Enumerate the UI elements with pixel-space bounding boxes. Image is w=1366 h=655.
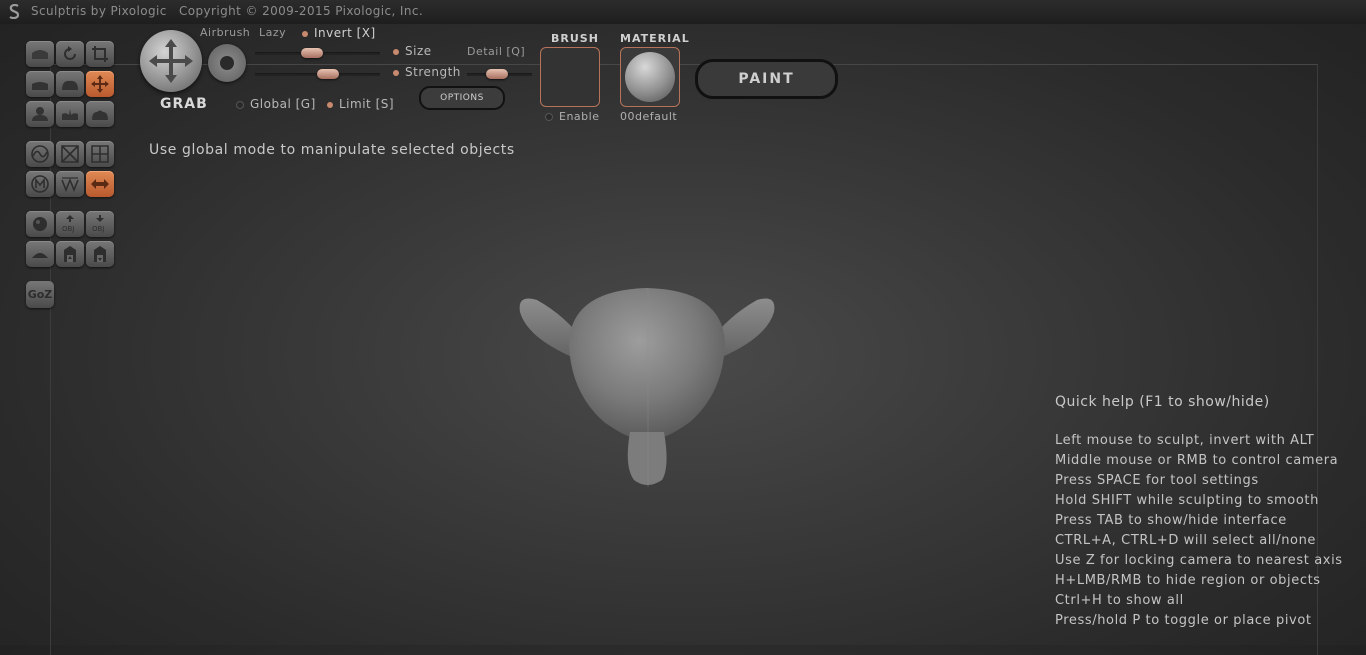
export-obj-icon: OBJ (92, 215, 104, 233)
scale-icon (92, 46, 108, 62)
strength-slider-knob[interactable] (316, 69, 339, 79)
tool-name: GRAB (160, 96, 208, 112)
airbrush-label: Airbrush (200, 26, 251, 39)
brush-header: BRUSH (551, 32, 599, 45)
inflate-button[interactable] (56, 71, 84, 97)
wireframe-button[interactable] (56, 141, 84, 167)
global-label[interactable]: Global [G] (250, 97, 316, 111)
smooth-button[interactable] (86, 101, 114, 127)
strength-label: Strength (405, 65, 461, 79)
smooth-icon (92, 110, 108, 120)
flatten-icon (32, 82, 48, 90)
sculptris-logo-icon (9, 4, 20, 19)
open-icon (94, 246, 106, 262)
detail-slider-knob[interactable] (486, 69, 509, 79)
limit-toggle[interactable] (327, 102, 333, 108)
strength-bullet (393, 70, 399, 76)
symmetry-icon (31, 145, 49, 163)
quick-help-list: Left mouse to sculpt, invert with ALT Mi… (1055, 432, 1343, 632)
svg-text:OBJ: OBJ (62, 225, 74, 233)
quick-help-line: Hold SHIFT while sculpting to smooth (1055, 493, 1319, 508)
reduce-icon (61, 177, 79, 193)
plane-icon (32, 253, 48, 258)
quick-help-line: Press SPACE for tool settings (1055, 473, 1259, 488)
quick-help-line: Use Z for locking camera to nearest axis (1055, 553, 1343, 568)
quick-help-line: H+LMB/RMB to hide region or objects (1055, 573, 1321, 588)
invert-toggle[interactable] (302, 31, 308, 37)
wireframe-icon (61, 145, 79, 163)
title-bar: Sculptris by Pixologic Copyright © 2009-… (0, 0, 1366, 24)
save-button[interactable] (56, 241, 84, 267)
draw-icon (32, 50, 48, 59)
brush-enable-toggle[interactable] (546, 114, 552, 120)
invert-label[interactable]: Invert [X] (314, 26, 376, 40)
quick-help-line: Middle mouse or RMB to control camera (1055, 453, 1339, 468)
import-obj-button[interactable]: OBJ (56, 211, 84, 237)
grab-move-icon (91, 75, 109, 93)
material-name: 00default (620, 110, 678, 123)
lazy-label: Lazy (259, 26, 287, 39)
grab-move-icon (149, 39, 193, 83)
mask-button[interactable] (26, 171, 54, 197)
copyright-text: Copyright © 2009-2015 Pixologic, Inc. (179, 4, 424, 18)
material-slot[interactable] (620, 47, 680, 107)
quick-help-line: Press TAB to show/hide interface (1055, 513, 1287, 528)
grid-icon (91, 145, 109, 163)
global-toggle[interactable] (237, 102, 243, 108)
pinch-icon (32, 107, 48, 121)
airbrush-toggle-button[interactable] (208, 44, 246, 82)
export-obj-button[interactable]: OBJ (86, 211, 114, 237)
material-header: MATERIAL (620, 32, 690, 45)
sculpt-model[interactable] (512, 282, 782, 492)
tool-hint-text: Use global mode to manipulate selected o… (149, 142, 515, 158)
grid-button[interactable] (86, 141, 114, 167)
save-icon (64, 246, 76, 262)
detail-label: Detail [Q] (467, 45, 526, 58)
scale-button[interactable] (86, 41, 114, 67)
goz-button[interactable]: GoZ (26, 281, 54, 308)
crease-icon (62, 109, 78, 120)
paint-button[interactable]: PAINT (695, 59, 838, 99)
limit-label[interactable]: Limit [S] (339, 97, 394, 111)
rotate-icon (64, 46, 76, 60)
options-button[interactable]: OPTIONS (419, 86, 505, 110)
mirror-icon (91, 179, 109, 189)
crease-button[interactable] (56, 101, 84, 127)
size-bullet (393, 49, 399, 55)
reduce-button[interactable] (56, 171, 84, 197)
grab-button[interactable] (86, 71, 114, 97)
brush-slot[interactable] (540, 47, 600, 107)
mask-icon (31, 175, 49, 193)
import-obj-icon: OBJ (62, 215, 74, 233)
flatten-button[interactable] (26, 71, 54, 97)
inflate-icon (62, 80, 78, 90)
airbrush-dot-icon (220, 56, 234, 70)
size-slider-knob[interactable] (301, 48, 324, 58)
size-label: Size (405, 44, 432, 58)
material-sphere-preview (625, 52, 675, 102)
new-sphere-button[interactable] (26, 211, 54, 237)
app-title: Sculptris by Pixologic (31, 4, 167, 18)
grab-tool-icon-button[interactable] (140, 30, 202, 92)
quick-help-line: CTRL+A, CTRL+D will select all/none (1055, 533, 1317, 548)
draw-button[interactable] (26, 41, 54, 67)
sphere-icon (33, 217, 47, 231)
quick-help-line: Ctrl+H to show all (1055, 593, 1184, 608)
new-plane-button[interactable] (26, 241, 54, 267)
mirror-button[interactable] (86, 171, 114, 197)
rotate-button[interactable] (56, 41, 84, 67)
pinch-button[interactable] (26, 101, 54, 127)
svg-text:OBJ: OBJ (92, 225, 104, 233)
quick-help-line: Press/hold P to toggle or place pivot (1055, 613, 1312, 628)
open-button[interactable] (86, 241, 114, 267)
brush-enable-label[interactable]: Enable (559, 110, 599, 123)
quick-help-line: Left mouse to sculpt, invert with ALT (1055, 433, 1315, 448)
quick-help-title: Quick help (F1 to show/hide) (1055, 394, 1270, 410)
symmetry-button[interactable] (26, 141, 54, 167)
